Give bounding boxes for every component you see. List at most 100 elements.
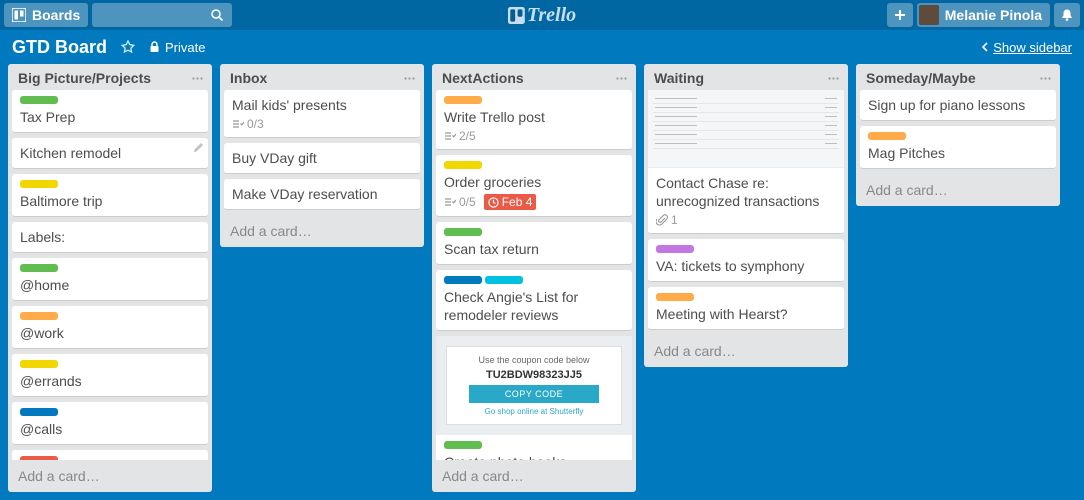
due-date-text: Feb 4 xyxy=(502,195,533,209)
add-card-button[interactable]: Add a card… xyxy=(856,174,1060,206)
label-red[interactable] xyxy=(20,456,58,460)
list-menu-button[interactable] xyxy=(615,72,628,85)
privacy-indicator[interactable]: Private xyxy=(149,40,205,55)
card-labels xyxy=(20,408,200,416)
privacy-label: Private xyxy=(165,40,205,55)
dots-icon xyxy=(191,72,204,85)
card[interactable]: VA: tickets to symphony xyxy=(648,239,844,282)
add-card-button[interactable]: Add a card… xyxy=(8,460,212,492)
search-input[interactable] xyxy=(92,3,232,27)
list: Inbox Mail kids' presents 0/3 Buy VDay gift… xyxy=(220,64,424,247)
label-green[interactable] xyxy=(20,264,58,272)
card-title: VA: tickets to symphony xyxy=(656,257,836,275)
card[interactable]: Mail kids' presents 0/3 xyxy=(224,90,420,138)
trello-logo[interactable]: Trello xyxy=(508,4,576,27)
list-title[interactable]: Big Picture/Projects xyxy=(18,70,151,86)
list: Big Picture/Projects Tax Prep Kitchen remo… xyxy=(8,64,212,492)
card[interactable]: Make VDay reservation xyxy=(224,179,420,210)
card[interactable]: Buy VDay gift xyxy=(224,143,420,174)
card[interactable]: @errands xyxy=(12,354,208,397)
card-title: @errands xyxy=(20,372,200,390)
checklist-count: 0/5 xyxy=(459,195,476,209)
list-title[interactable]: Someday/Maybe xyxy=(866,70,976,86)
card[interactable]: Scan tax return xyxy=(436,222,632,265)
label-blue[interactable] xyxy=(444,276,482,284)
label-orange[interactable] xyxy=(20,312,58,320)
board-canvas[interactable]: Big Picture/Projects Tax Prep Kitchen remo… xyxy=(0,64,1084,500)
list-menu-button[interactable] xyxy=(191,72,204,85)
user-menu-button[interactable]: Melanie Pinola xyxy=(917,3,1050,27)
card[interactable]: Meeting with Hearst? xyxy=(648,287,844,330)
star-button[interactable] xyxy=(121,40,135,54)
card-badges: 2/5 xyxy=(444,129,624,143)
edit-card-button[interactable] xyxy=(193,142,204,153)
list-cards: ————————————————————————————————————————… xyxy=(644,90,848,335)
card-labels xyxy=(444,161,624,169)
list: Someday/Maybe Sign up for piano lessons Ma… xyxy=(856,64,1060,206)
copy-code-button: COPY CODE xyxy=(469,385,599,403)
card-labels xyxy=(20,96,200,104)
list-cards: Write Trello post2/5Order groceries0/5Fe… xyxy=(432,90,636,460)
card-cover-image: Use the coupon code belowTU2BDW98323JJ5C… xyxy=(436,336,632,435)
card-labels xyxy=(20,312,200,320)
list-menu-button[interactable] xyxy=(827,72,840,85)
list-menu-button[interactable] xyxy=(403,72,416,85)
card[interactable]: Use the coupon code belowTU2BDW98323JJ5C… xyxy=(436,336,632,460)
card[interactable]: Labels: xyxy=(12,222,208,253)
card-title: Mail kids' presents xyxy=(232,96,412,114)
label-orange[interactable] xyxy=(444,96,482,104)
card[interactable]: Order groceries0/5Feb 4 xyxy=(436,155,632,217)
card-cover-image: ————————————————————————————————————————… xyxy=(648,90,844,168)
card-badges: 0/3 xyxy=(232,117,412,131)
checklist-icon xyxy=(232,118,244,130)
label-orange[interactable] xyxy=(868,132,906,140)
label-green[interactable] xyxy=(444,441,482,449)
list-menu-button[interactable] xyxy=(1039,72,1052,85)
list-title[interactable]: NextActions xyxy=(442,70,524,86)
add-button[interactable] xyxy=(887,3,913,27)
card[interactable]: !urgent xyxy=(12,450,208,460)
label-green[interactable] xyxy=(444,228,482,236)
label-blue[interactable] xyxy=(20,408,58,416)
card-title: @calls xyxy=(20,420,200,438)
card[interactable]: ————————————————————————————————————————… xyxy=(648,90,844,234)
bell-icon xyxy=(1060,8,1074,22)
card[interactable]: Baltimore trip xyxy=(12,174,208,217)
label-yellow[interactable] xyxy=(20,360,58,368)
label-sky[interactable] xyxy=(485,276,523,284)
list-title[interactable]: Inbox xyxy=(230,70,267,86)
card[interactable]: Kitchen remodel xyxy=(12,138,208,169)
attachment-badge: 1 xyxy=(656,213,678,227)
show-sidebar-button[interactable]: Show sidebar xyxy=(981,40,1072,55)
add-card-button[interactable]: Add a card… xyxy=(432,460,636,492)
list-cards: Sign up for piano lessons Mag Pitches xyxy=(856,90,1060,174)
label-yellow[interactable] xyxy=(444,161,482,169)
label-purple[interactable] xyxy=(656,245,694,253)
boards-button[interactable]: Boards xyxy=(4,3,88,27)
card[interactable]: @work xyxy=(12,306,208,349)
label-orange[interactable] xyxy=(656,293,694,301)
list-title[interactable]: Waiting xyxy=(654,70,704,86)
label-green[interactable] xyxy=(20,96,58,104)
list: Waiting —————————————————————————————————… xyxy=(644,64,848,367)
board-title[interactable]: GTD Board xyxy=(12,37,107,58)
boards-label: Boards xyxy=(32,7,80,23)
card[interactable]: @calls xyxy=(12,402,208,445)
card-labels xyxy=(444,441,624,449)
shutterfly-link: Go shop online at Shutterfly xyxy=(455,407,613,416)
list-header: Someday/Maybe xyxy=(856,64,1060,90)
card[interactable]: Write Trello post2/5 xyxy=(436,90,632,150)
card[interactable]: Tax Prep xyxy=(12,90,208,133)
notifications-button[interactable] xyxy=(1054,3,1080,27)
card[interactable]: @home xyxy=(12,258,208,301)
add-card-button[interactable]: Add a card… xyxy=(220,215,424,247)
header-right: Melanie Pinola xyxy=(887,3,1080,27)
card-labels xyxy=(20,180,200,188)
clock-icon xyxy=(488,197,499,208)
add-card-button[interactable]: Add a card… xyxy=(644,335,848,367)
card[interactable]: Mag Pitches xyxy=(860,126,1056,169)
card[interactable]: Sign up for piano lessons xyxy=(860,90,1056,121)
label-yellow[interactable] xyxy=(20,180,58,188)
card[interactable]: Check Angie's List for remodeler reviews xyxy=(436,270,632,331)
list: NextActions Write Trello post2/5Order gro… xyxy=(432,64,636,492)
